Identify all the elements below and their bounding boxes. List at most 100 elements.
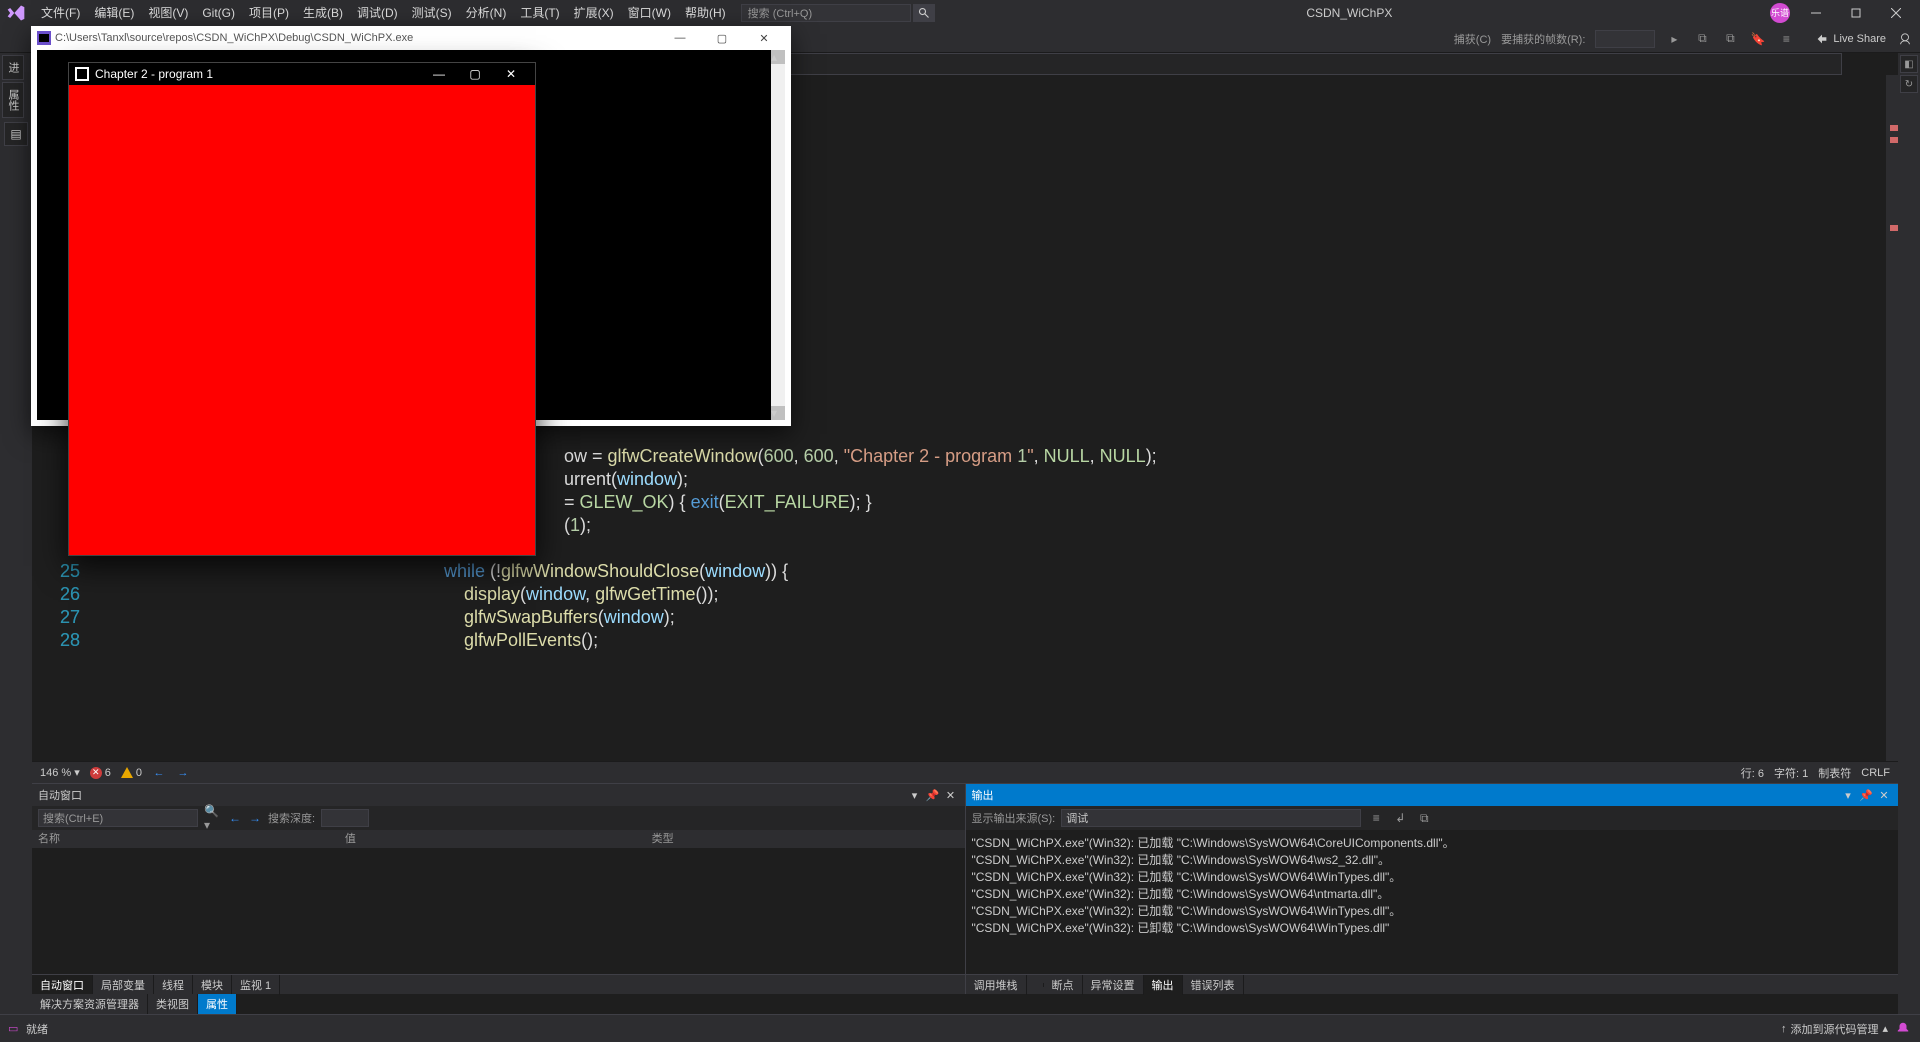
menu-tools[interactable]: 工具(T) xyxy=(513,2,566,23)
opengl-minimize-button[interactable]: — xyxy=(421,63,457,85)
opengl-app-icon xyxy=(75,67,89,81)
autos-body[interactable] xyxy=(32,848,965,974)
console-maximize-button[interactable]: ▢ xyxy=(701,26,743,50)
autos-close-icon[interactable]: ✕ xyxy=(943,787,959,803)
tab-errorlist[interactable]: 错误列表 xyxy=(1183,975,1244,995)
left-tool-icon[interactable]: ▤ xyxy=(4,122,28,146)
opengl-canvas[interactable] xyxy=(69,85,535,555)
menu-file[interactable]: 文件(F) xyxy=(34,2,87,23)
nav-back-icon[interactable]: ← xyxy=(152,767,166,779)
output-toggle-icon[interactable]: ⧉ xyxy=(1415,809,1433,827)
error-count[interactable]: ✕6 xyxy=(90,767,111,779)
left-rail: 进 属性 ▤ xyxy=(0,53,32,1014)
menu-view[interactable]: 视图(V) xyxy=(141,2,195,23)
left-tab-properties[interactable]: 属性 xyxy=(2,82,24,118)
tab-watch1[interactable]: 监视 1 xyxy=(232,975,280,995)
side-tab-solution[interactable]: 解决方案资源管理器 xyxy=(32,994,148,1014)
global-search-input[interactable]: 搜索 (Ctrl+Q) xyxy=(741,4,911,22)
add-source-control[interactable]: ↑ 添加到源代码管理 ▴ xyxy=(1781,1021,1888,1037)
output-src-dropdown[interactable]: 调试 xyxy=(1061,809,1361,827)
opengl-close-button[interactable]: ✕ xyxy=(493,63,529,85)
output-toolbar: 显示输出来源(S): 调试 ≡ ↲ ⧉ xyxy=(966,806,1899,830)
output-clear-icon[interactable]: ≡ xyxy=(1367,809,1385,827)
left-tab-process[interactable]: 进 xyxy=(2,55,24,80)
autos-pin-icon[interactable]: 📌 xyxy=(925,787,941,803)
menu-git[interactable]: Git(G) xyxy=(195,4,242,22)
opengl-window[interactable]: Chapter 2 - program 1 — ▢ ✕ xyxy=(68,62,536,556)
tab-callstack[interactable]: 调用堆栈 xyxy=(966,975,1027,995)
side-tab-classview[interactable]: 类视图 xyxy=(148,994,198,1014)
feedback-icon[interactable] xyxy=(1896,30,1914,48)
autos-dropdown-icon[interactable]: ▾ xyxy=(907,787,923,803)
autos-col-name[interactable]: 名称 xyxy=(38,830,345,848)
console-close-button[interactable]: ✕ xyxy=(743,26,785,50)
liveshare-label: Live Share xyxy=(1833,33,1886,45)
menu-analyze[interactable]: 分析(N) xyxy=(459,2,514,23)
autos-depth-dropdown[interactable] xyxy=(321,809,369,827)
menu-project[interactable]: 项目(P) xyxy=(242,2,296,23)
nav-fwd-icon[interactable]: → xyxy=(176,767,190,779)
eol-mode[interactable]: CRLF xyxy=(1861,767,1890,779)
console-minimize-button[interactable]: — xyxy=(659,26,701,50)
toolbar-btn-4[interactable]: ≡ xyxy=(1777,30,1795,48)
tab-modules[interactable]: 模块 xyxy=(193,975,232,995)
notifications-icon[interactable] xyxy=(1896,1021,1912,1037)
output-src-label: 显示输出来源(S): xyxy=(972,810,1056,826)
tab-autos[interactable]: 自动窗口 xyxy=(32,975,93,995)
indent-mode[interactable]: 制表符 xyxy=(1818,765,1851,781)
close-button[interactable] xyxy=(1876,0,1916,25)
opengl-titlebar[interactable]: Chapter 2 - program 1 — ▢ ✕ xyxy=(69,63,535,85)
tab-output[interactable]: 输出 xyxy=(1144,975,1183,995)
side-tab-properties[interactable]: 属性 xyxy=(198,994,237,1014)
toolbar-btn-3[interactable]: ⧉ xyxy=(1721,30,1739,48)
frames-input[interactable] xyxy=(1595,30,1655,48)
minimap-scrollbar[interactable] xyxy=(1886,75,1898,761)
autos-search-input[interactable]: 搜索(Ctrl+E) xyxy=(38,809,198,827)
maximize-button[interactable] xyxy=(1836,0,1876,25)
autos-col-value[interactable]: 值 xyxy=(345,830,652,848)
autos-tabs: 自动窗口 局部变量 线程 模块 监视 1 xyxy=(32,974,965,994)
console-titlebar[interactable]: C:\Users\Tanxl\source\repos\CSDN_WiChPX\… xyxy=(31,26,791,50)
right-mini-2[interactable]: ↻ xyxy=(1900,75,1918,93)
menu-extensions[interactable]: 扩展(X) xyxy=(567,2,621,23)
zoom-display[interactable]: 146 % ▾ xyxy=(40,766,80,779)
console-scroll-down-icon[interactable]: ▾ xyxy=(771,406,785,420)
console-scrollbar[interactable]: ▴ ▾ xyxy=(771,50,785,420)
opengl-maximize-button[interactable]: ▢ xyxy=(457,63,493,85)
autos-col-type[interactable]: 类型 xyxy=(652,830,959,848)
right-mini-1[interactable]: ◧ xyxy=(1900,55,1918,73)
tab-breakpoints[interactable] xyxy=(1027,983,1044,987)
global-search-button[interactable] xyxy=(913,4,935,22)
tab-breakpoints[interactable]: 断点 xyxy=(1044,975,1083,995)
autos-fwd-icon[interactable]: → xyxy=(248,811,262,825)
autos-search-icon[interactable]: 🔍▾ xyxy=(204,809,222,827)
menu-debug[interactable]: 调试(D) xyxy=(350,2,405,23)
output-wrap-icon[interactable]: ↲ xyxy=(1391,809,1409,827)
menu-test[interactable]: 测试(S) xyxy=(405,2,459,23)
output-dropdown-icon[interactable]: ▾ xyxy=(1840,787,1856,803)
tab-threads[interactable]: 线程 xyxy=(154,975,193,995)
console-title-text: C:\Users\Tanxl\source\repos\CSDN_WiChPX\… xyxy=(55,32,413,44)
toolbar-btn-1[interactable]: ▸ xyxy=(1665,30,1683,48)
tab-locals[interactable]: 局部变量 xyxy=(93,975,154,995)
toolbar-btn-2[interactable]: ⧉ xyxy=(1693,30,1711,48)
menu-window[interactable]: 窗口(W) xyxy=(621,2,678,23)
menu-edit[interactable]: 编辑(E) xyxy=(87,2,141,23)
output-indicator-icon[interactable]: ▭ xyxy=(8,1022,22,1036)
warning-count[interactable]: 0 xyxy=(121,767,142,779)
output-panel-title[interactable]: 输出 ▾ 📌 ✕ xyxy=(966,784,1899,806)
tab-exceptions[interactable]: 异常设置 xyxy=(1083,975,1144,995)
menu-build[interactable]: 生成(B) xyxy=(296,2,350,23)
user-avatar[interactable]: 乐谱 xyxy=(1770,3,1790,23)
output-body[interactable]: "CSDN_WiChPX.exe"(Win32): 已加载 "C:\Window… xyxy=(966,830,1899,974)
bookmark-icon[interactable]: 🔖 xyxy=(1749,30,1767,48)
console-scroll-up-icon[interactable]: ▴ xyxy=(771,50,785,64)
autos-toolbar: 搜索(Ctrl+E) 🔍▾ ← → 搜索深度: xyxy=(32,806,965,830)
output-close-icon[interactable]: ✕ xyxy=(1876,787,1892,803)
minimize-button[interactable] xyxy=(1796,0,1836,25)
menu-help[interactable]: 帮助(H) xyxy=(678,2,733,23)
autos-back-icon[interactable]: ← xyxy=(228,811,242,825)
liveshare-button[interactable]: Live Share xyxy=(1815,32,1886,46)
autos-panel-title[interactable]: 自动窗口 ▾ 📌 ✕ xyxy=(32,784,965,806)
output-pin-icon[interactable]: 📌 xyxy=(1858,787,1874,803)
